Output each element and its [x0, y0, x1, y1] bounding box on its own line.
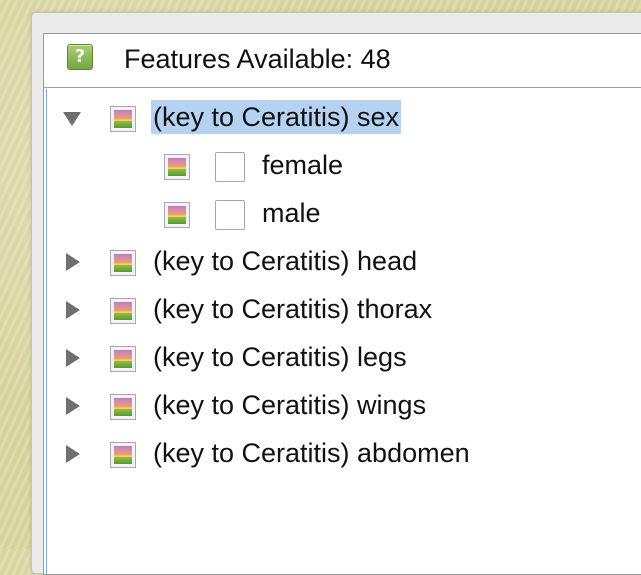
- tree-child-male[interactable]: male: [47, 190, 641, 238]
- tree-child-label: male: [262, 198, 321, 228]
- tree-child-label: female: [262, 150, 344, 180]
- features-header: ? Features Available: 48: [44, 34, 641, 88]
- image-thumbnail-icon: [164, 202, 190, 228]
- triangle-collapsed-icon[interactable]: [60, 250, 84, 274]
- triangle-collapsed-icon[interactable]: [60, 346, 84, 370]
- tree-item-head[interactable]: (key to Ceratitis) head: [47, 238, 641, 286]
- tree-item-label[interactable]: (key to Ceratitis) thorax: [153, 292, 432, 326]
- features-tree[interactable]: (key to Ceratitis) sex female male (key …: [46, 89, 641, 574]
- image-thumbnail-icon: [110, 346, 136, 372]
- image-thumbnail-icon: [110, 106, 136, 132]
- tree-item-legs[interactable]: (key to Ceratitis) legs: [47, 334, 641, 382]
- triangle-expanded-icon[interactable]: [60, 106, 84, 130]
- image-thumbnail-icon: [110, 442, 136, 468]
- image-thumbnail-icon: [110, 394, 136, 420]
- tree-item-label[interactable]: (key to Ceratitis) wings: [153, 388, 426, 422]
- tree-item-sex[interactable]: (key to Ceratitis) sex: [47, 94, 641, 142]
- image-thumbnail-icon: [110, 250, 136, 276]
- triangle-collapsed-icon[interactable]: [60, 394, 84, 418]
- help-icon[interactable]: ?: [67, 44, 93, 70]
- tree-child-female[interactable]: female: [47, 142, 641, 190]
- triangle-collapsed-icon[interactable]: [60, 442, 84, 466]
- male-checkbox[interactable]: [215, 200, 245, 230]
- tree-item-thorax[interactable]: (key to Ceratitis) thorax: [47, 286, 641, 334]
- tree-item-label[interactable]: (key to Ceratitis) head: [153, 244, 417, 278]
- triangle-collapsed-icon[interactable]: [60, 298, 84, 322]
- tree-item-label[interactable]: (key to Ceratitis) abdomen: [153, 436, 470, 470]
- features-panel: ? Features Available: 48 (key to Ceratit…: [43, 33, 641, 575]
- image-thumbnail-icon: [164, 154, 190, 180]
- features-available-title: Features Available: 48: [124, 44, 391, 74]
- tree-item-label[interactable]: (key to Ceratitis) legs: [153, 340, 407, 374]
- tree-item-wings[interactable]: (key to Ceratitis) wings: [47, 382, 641, 430]
- tree-item-abdomen[interactable]: (key to Ceratitis) abdomen: [47, 430, 641, 478]
- image-thumbnail-icon: [110, 298, 136, 324]
- tree-item-label[interactable]: (key to Ceratitis) sex: [151, 100, 402, 134]
- female-checkbox[interactable]: [215, 152, 245, 182]
